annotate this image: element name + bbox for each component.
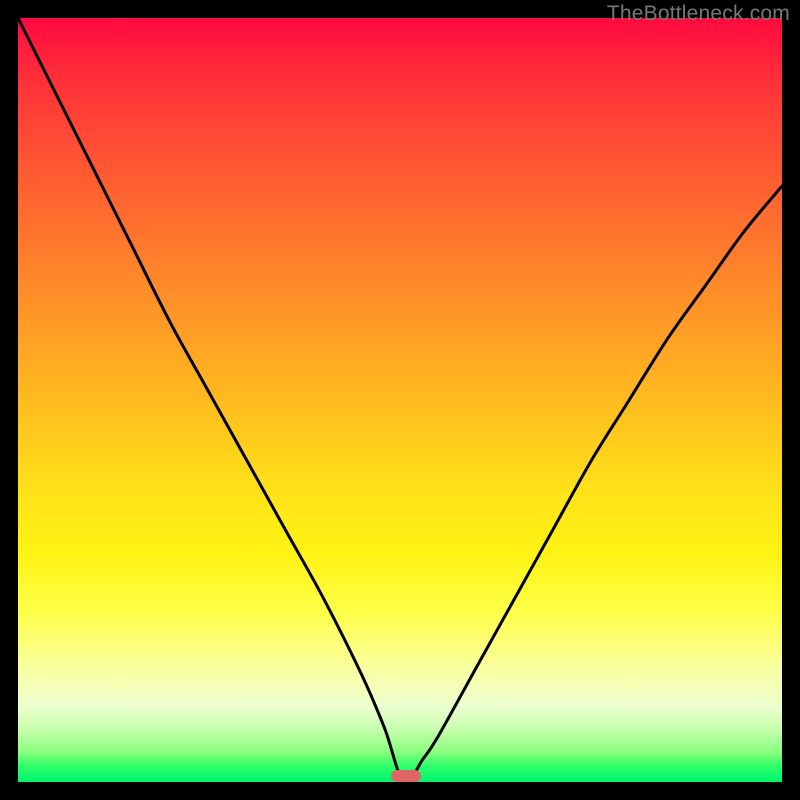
bottleneck-curve [18,18,782,782]
optimal-marker [391,770,421,782]
chart-frame: TheBottleneck.com [0,0,800,800]
watermark-text: TheBottleneck.com [607,2,790,26]
plot-area [18,18,782,782]
